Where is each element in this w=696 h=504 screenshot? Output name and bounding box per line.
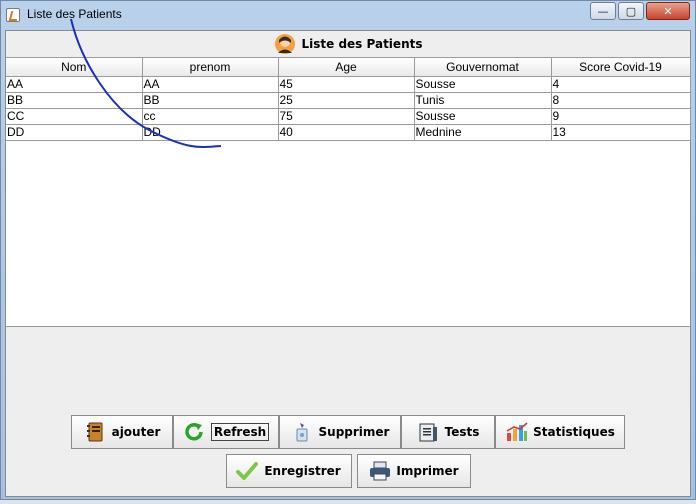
java-app-icon — [6, 8, 20, 22]
refresh-icon — [183, 421, 205, 443]
cell-age[interactable]: 40 — [278, 124, 415, 141]
cell-gouvernomat[interactable]: Sousse — [414, 76, 552, 93]
column-header-gouvernomat[interactable]: Gouvernomat — [414, 58, 552, 77]
column-header-score[interactable]: Score Covid-19 — [551, 58, 691, 77]
action-toolbar: ajouter Refresh Supprimer Tests Statisti… — [6, 415, 690, 449]
cell-prenom[interactable]: AA — [142, 76, 279, 93]
enregistrer-label: Enregistrer — [264, 464, 341, 478]
imprimer-button[interactable]: Imprimer — [356, 454, 471, 488]
background-editor-strip — [0, 500, 696, 504]
trash-bin-icon — [291, 421, 313, 443]
panel-title: Liste des Patients — [301, 37, 423, 51]
cell-prenom[interactable]: DD — [142, 124, 279, 141]
column-header-age[interactable]: Age — [278, 58, 415, 77]
minimize-button[interactable]: — — [590, 2, 616, 20]
cell-gouvernomat[interactable]: Tunis — [414, 92, 552, 109]
printer-icon — [368, 460, 391, 482]
cell-nom[interactable]: DD — [6, 124, 143, 141]
imprimer-label: Imprimer — [396, 464, 459, 478]
table-header-row: Nom prenom Age Gouvernomat Score Covid-1… — [6, 58, 691, 77]
cell-age[interactable]: 25 — [278, 92, 415, 109]
cell-score[interactable]: 13 — [551, 124, 691, 141]
refresh-label: Refresh — [210, 423, 270, 441]
supprimer-label: Supprimer — [318, 425, 390, 439]
cell-prenom[interactable]: cc — [142, 108, 279, 125]
close-button[interactable]: ✕ — [646, 2, 690, 20]
window-controls: — ▢ ✕ — [590, 2, 690, 20]
column-header-nom[interactable]: Nom — [6, 58, 143, 77]
bar-chart-icon — [505, 421, 528, 443]
app-window: Liste des Patients — ▢ ✕ Liste des Patie… — [0, 0, 696, 500]
enregistrer-button[interactable]: Enregistrer — [225, 454, 352, 488]
cell-nom[interactable]: AA — [6, 76, 143, 93]
content-panel: Liste des Patients Nom prenom Age Gouver… — [5, 30, 691, 497]
ajouter-button[interactable]: ajouter — [71, 415, 173, 449]
table-row[interactable]: DD DD 40 Mednine 13 — [6, 124, 691, 141]
cell-age[interactable]: 45 — [278, 76, 415, 93]
table-row[interactable]: BB BB 25 Tunis 8 — [6, 92, 691, 109]
cell-gouvernomat[interactable]: Mednine — [414, 124, 552, 141]
tests-label: Tests — [444, 425, 480, 439]
tests-button[interactable]: Tests — [401, 415, 495, 449]
title-bar[interactable]: Liste des Patients — ▢ ✕ — [1, 1, 695, 29]
supprimer-button[interactable]: Supprimer — [279, 415, 401, 449]
statistiques-label: Statistiques — [533, 425, 615, 439]
cell-nom[interactable]: CC — [6, 108, 143, 125]
maximize-button[interactable]: ▢ — [618, 2, 644, 20]
notebook-icon — [84, 421, 106, 443]
secondary-toolbar: Enregistrer Imprimer — [6, 454, 690, 488]
ajouter-label: ajouter — [111, 425, 161, 439]
cell-prenom[interactable]: BB — [142, 92, 279, 109]
panel-header: Liste des Patients — [6, 31, 690, 57]
cell-score[interactable]: 9 — [551, 108, 691, 125]
user-avatar-icon — [274, 33, 296, 55]
cell-score[interactable]: 8 — [551, 92, 691, 109]
refresh-button[interactable]: Refresh — [173, 415, 279, 449]
cell-age[interactable]: 75 — [278, 108, 415, 125]
table-row[interactable]: AA AA 45 Sousse 4 — [6, 76, 691, 93]
patients-table[interactable]: Nom prenom Age Gouvernomat Score Covid-1… — [6, 57, 691, 327]
window-title: Liste des Patients — [27, 7, 122, 21]
cell-gouvernomat[interactable]: Sousse — [414, 108, 552, 125]
cell-nom[interactable]: BB — [6, 92, 143, 109]
table-row[interactable]: CC cc 75 Sousse 9 — [6, 108, 691, 125]
column-header-prenom[interactable]: prenom — [142, 58, 279, 77]
cell-score[interactable]: 4 — [551, 76, 691, 93]
checkmark-icon — [236, 460, 259, 482]
statistiques-button[interactable]: Statistiques — [495, 415, 625, 449]
clipboard-icon — [417, 421, 439, 443]
